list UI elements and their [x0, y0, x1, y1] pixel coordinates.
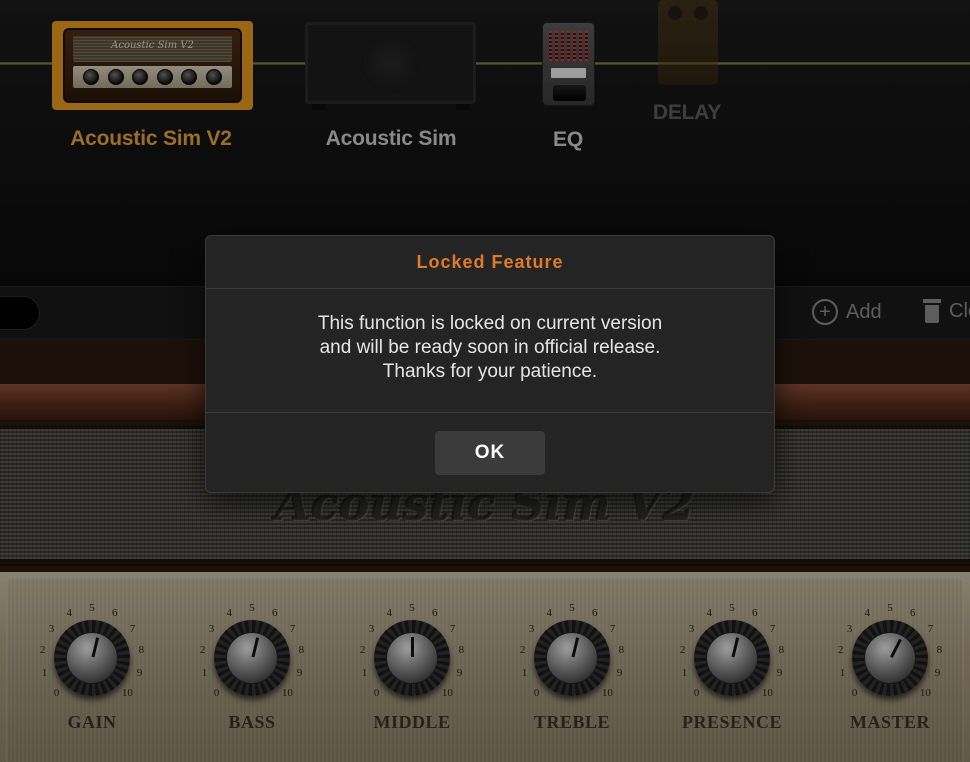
dialog-footer: OK — [206, 413, 774, 492]
dialog-message-line: and will be ready soon in official relea… — [319, 336, 661, 358]
dialog-message-line: Thanks for your patience. — [382, 360, 598, 382]
dialog-title: Locked Feature — [206, 236, 774, 289]
locked-feature-dialog: Locked Feature This function is locked o… — [205, 235, 775, 493]
ok-button[interactable]: OK — [435, 430, 545, 475]
dialog-message-line: This function is locked on current versi… — [317, 312, 663, 334]
dialog-message: This function is locked on current versi… — [206, 289, 774, 413]
